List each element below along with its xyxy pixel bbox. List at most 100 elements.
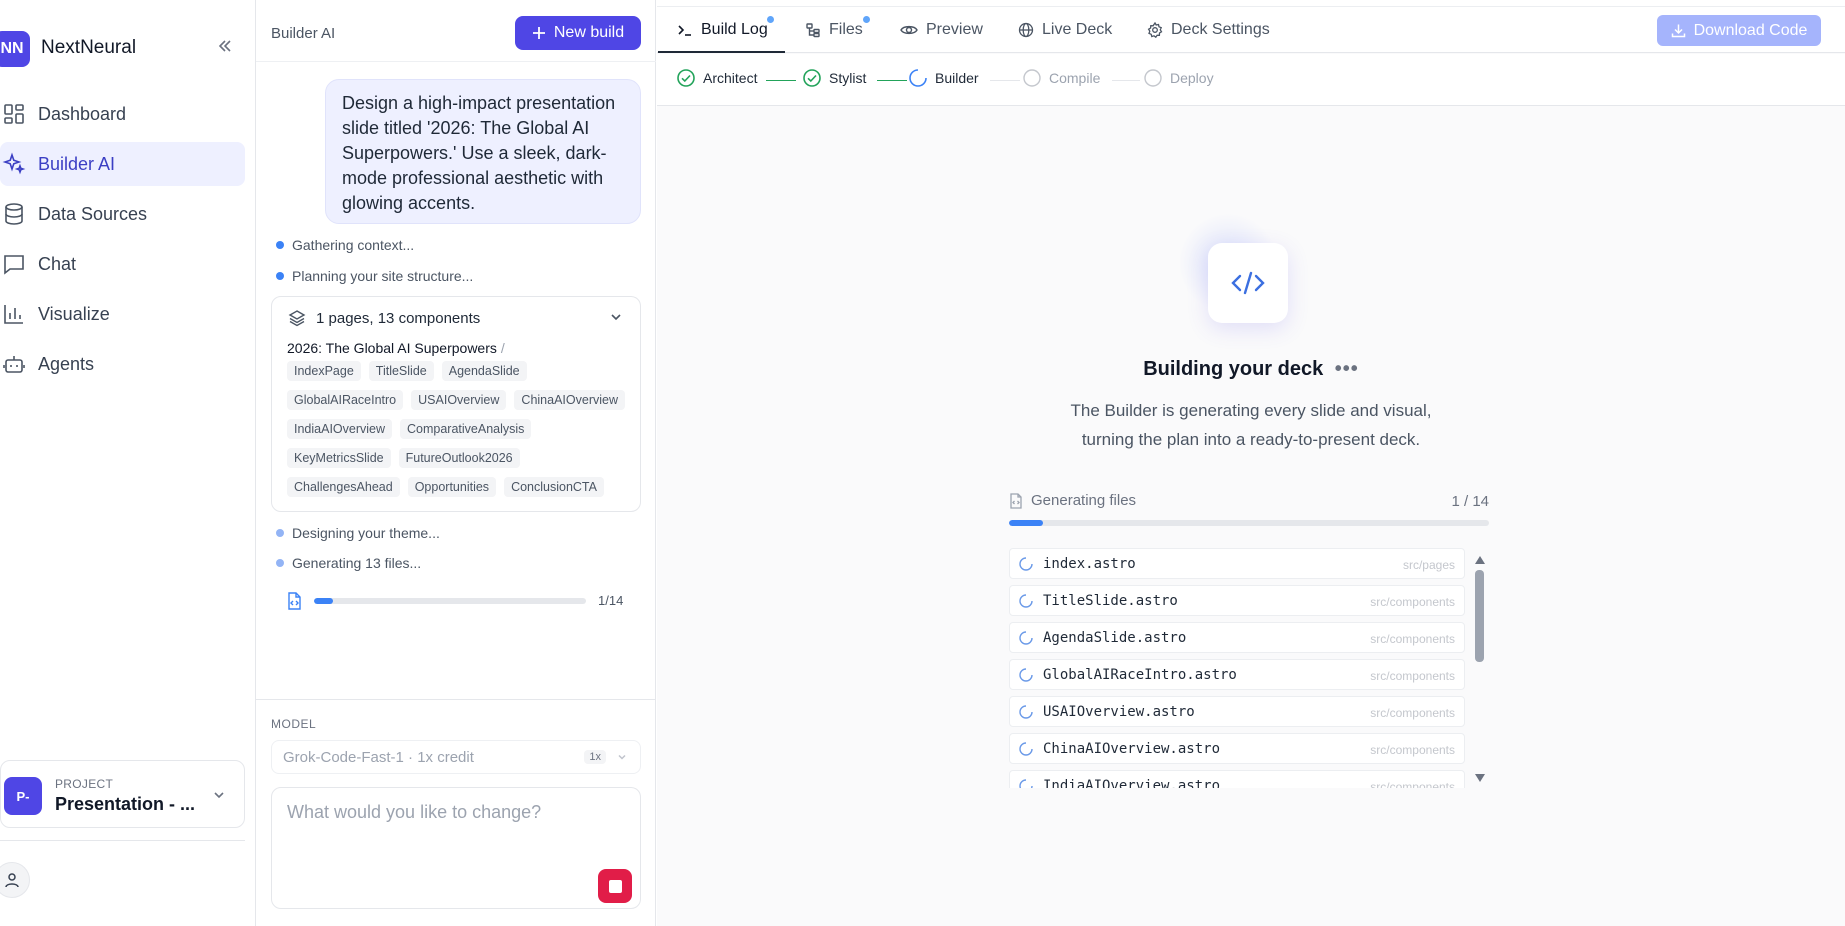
file-path: src/components [1370, 706, 1455, 720]
file-name: ChinaAIOverview.astro [1043, 740, 1221, 757]
check-circle-icon [677, 69, 695, 87]
tab-label: Build Log [701, 21, 768, 38]
build-pipeline: Architect Stylist Builder Compile Deploy [657, 54, 1845, 106]
spinner-icon [909, 69, 927, 87]
pipeline-stage-architect: Architect [677, 69, 757, 87]
chevron-down-icon [211, 787, 227, 808]
file-path: src/components [1370, 669, 1455, 683]
spinner-icon [1019, 630, 1033, 645]
nav-item-chat[interactable]: Chat [0, 242, 245, 286]
component-chip: FutureOutlook2026 [398, 448, 520, 468]
nav-label: Dashboard [38, 103, 127, 124]
file-name: GlobalAIRaceIntro.astro [1043, 666, 1237, 683]
scroll-up-arrow[interactable] [1474, 552, 1486, 570]
scrollbar-thumb[interactable] [1475, 570, 1484, 662]
spinner-icon [1019, 704, 1033, 719]
step-item: Designing your theme... [276, 525, 440, 541]
divider [256, 699, 656, 700]
prompt-box [271, 787, 641, 909]
model-select[interactable]: Grok-Code-Fast-1 · 1x credit 1x [271, 740, 641, 774]
building-subtitle: The Builder is generating every slide an… [1070, 401, 1432, 449]
file-row: TitleSlide.astro src/components [1009, 585, 1465, 616]
file-row: index.astro src/pages [1009, 548, 1465, 579]
component-chip: AgendaSlide [441, 361, 527, 381]
step-item: Generating 13 files... [276, 555, 421, 571]
nav-item-data-sources[interactable]: Data Sources [0, 192, 245, 236]
tab-files[interactable]: Files [805, 7, 863, 53]
spinner-icon [1019, 741, 1033, 756]
nav-label: Visualize [38, 303, 110, 324]
builder-panel: Builder AI New build Design a high-impac… [256, 0, 656, 926]
new-build-label: New build [553, 24, 625, 41]
tab-bar: Build Log Files Preview Live Deck Deck S… [657, 7, 1845, 53]
model-value: Grok-Code-Fast-1 · 1x credit [283, 748, 474, 766]
file-path: src/components [1370, 743, 1455, 757]
new-build-button[interactable]: New build [515, 16, 641, 50]
progress-count: 1/14 [598, 593, 624, 608]
model-label: MODEL [271, 717, 317, 731]
top-strip [657, 0, 1845, 7]
tab-label: Preview [926, 21, 983, 38]
globe-icon [1018, 22, 1034, 38]
progress-track [314, 598, 586, 604]
nav-divider [0, 840, 245, 841]
step-item: Gathering context... [276, 237, 414, 253]
spinner-icon [1019, 593, 1033, 608]
component-chip: IndexPage [287, 361, 361, 381]
pending-circle-icon [1144, 69, 1162, 87]
nav-item-builder-ai[interactable]: Builder AI [0, 142, 245, 186]
file-name: AgendaSlide.astro [1043, 629, 1187, 646]
nav-item-visualize[interactable]: Visualize [0, 292, 245, 336]
download-label: Download Code [1693, 21, 1808, 39]
component-chip: ChallengesAhead [287, 477, 400, 497]
code-icon [1231, 271, 1265, 295]
code-icon-tile [1208, 243, 1288, 323]
file-code-icon [286, 592, 302, 615]
tab-deck-settings[interactable]: Deck Settings [1147, 7, 1270, 53]
pipeline-connector [1112, 80, 1140, 81]
nav-item-dashboard[interactable]: Dashboard [0, 92, 245, 136]
nav-label: Builder AI [38, 153, 116, 174]
pipeline-stage-compile: Compile [1023, 69, 1100, 87]
chevron-down-icon [616, 750, 628, 767]
terminal-icon [678, 25, 691, 36]
tab-preview[interactable]: Preview [900, 7, 983, 53]
spinner-icon [1019, 556, 1033, 571]
download-code-button[interactable]: Download Code [1657, 15, 1821, 46]
user-avatar[interactable] [0, 862, 30, 898]
file-list[interactable]: index.astro src/pages TitleSlide.astro s… [1009, 548, 1465, 788]
file-row: ChinaAIOverview.astro src/components [1009, 733, 1465, 764]
stop-icon [608, 879, 622, 893]
pipeline-connector [990, 80, 1020, 81]
bot-icon [0, 350, 28, 378]
prompt-input[interactable] [287, 802, 627, 823]
pipeline-connector [877, 80, 907, 81]
chevron-down-icon[interactable] [608, 309, 624, 330]
project-switcher[interactable]: P- PROJECT Presentation - ... [0, 760, 245, 828]
check-circle-icon [803, 69, 821, 87]
project-avatar: P- [4, 777, 42, 815]
brand-name: NextNeural [41, 37, 137, 58]
tab-live-deck[interactable]: Live Deck [1018, 7, 1112, 53]
component-chip: KeyMetricsSlide [287, 448, 391, 468]
scroll-down-arrow[interactable] [1474, 770, 1486, 788]
nav-item-agents[interactable]: Agents [0, 342, 245, 386]
tab-label: Deck Settings [1171, 21, 1270, 38]
stop-button[interactable] [598, 869, 632, 903]
component-chip: TitleSlide [368, 361, 434, 381]
file-name: index.astro [1043, 555, 1136, 572]
structure-header[interactable]: 1 pages, 13 components [288, 309, 480, 327]
component-chip: IndiaAIOverview [287, 419, 393, 439]
panel-title: Builder AI [271, 25, 336, 42]
page-name: 2026: The Global AI Superpowers / [287, 340, 505, 356]
component-chip: ComparativeAnalysis [400, 419, 532, 439]
file-path: src/components [1370, 632, 1455, 646]
file-row: USAIOverview.astro src/components [1009, 696, 1465, 727]
tab-build-log[interactable]: Build Log [677, 7, 768, 53]
collapse-sidebar-icon[interactable] [215, 36, 235, 56]
spinner-icon [1019, 667, 1033, 682]
bar-chart-icon [0, 300, 28, 328]
tab-label: Live Deck [1042, 21, 1113, 38]
progress-fill [314, 598, 334, 604]
file-row: GlobalAIRaceIntro.astro src/components [1009, 659, 1465, 690]
